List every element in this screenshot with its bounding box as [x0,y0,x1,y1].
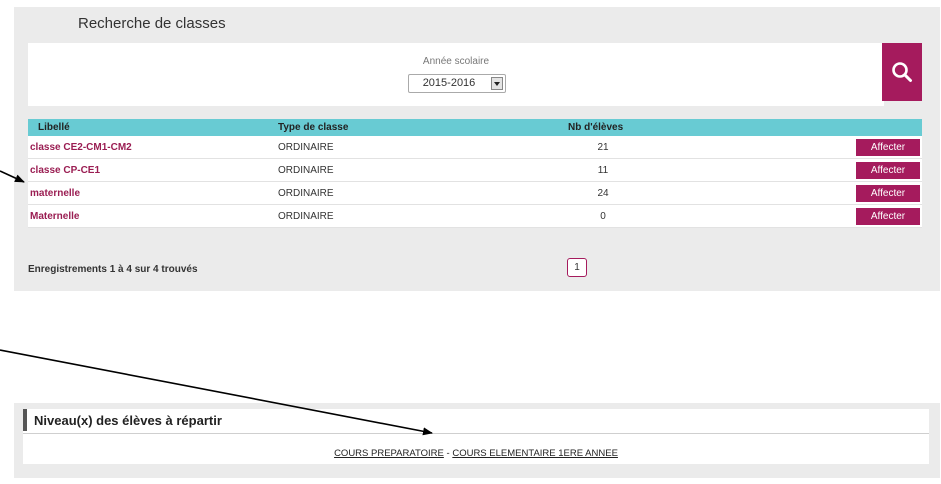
school-year-label: Année scolaire [422,56,490,67]
affecter-button[interactable]: Affecter [856,138,920,156]
levels-panel-body: Niveau(x) des élèves à répartir COURS PR… [23,409,929,464]
student-count: 24 [597,187,609,199]
class-link[interactable]: classe CE2-CM1-CM2 [30,142,132,153]
column-header-actions [638,119,922,136]
levels-list: COURS PREPARATOIRE - COURS ELEMENTAIRE 1… [23,448,929,459]
level-link-cours-preparatoire[interactable]: COURS PREPARATOIRE [334,448,444,459]
classes-table: Libellé Type de classe Nb d'élèves class… [28,119,922,228]
column-header-type[interactable]: Type de classe [278,119,568,136]
divider [23,433,929,434]
table-row: classe CP-CE1 ORDINAIRE 11 Affecter [28,158,922,182]
table-row: maternelle ORDINAIRE 24 Affecter [28,181,922,205]
affecter-button[interactable]: Affecter [856,184,920,202]
search-icon [892,62,912,82]
student-count: 21 [597,141,609,153]
column-header-libelle[interactable]: Libellé [28,119,278,136]
search-criteria: Année scolaire 2015-2016 [28,43,884,106]
column-header-nb-eleves[interactable]: Nb d'élèves [568,119,638,136]
class-link[interactable]: maternelle [30,188,80,199]
student-count: 11 [597,164,609,176]
class-type: ORDINAIRE [278,187,334,199]
panel-title: Recherche de classes [78,15,226,32]
chevron-down-icon[interactable] [491,77,503,90]
table-header-row: Libellé Type de classe Nb d'élèves [28,119,922,136]
school-year-select[interactable]: 2015-2016 [408,74,506,93]
class-type: ORDINAIRE [278,210,334,222]
table-row: classe CE2-CM1-CM2 ORDINAIRE 21 Affecter [28,136,922,159]
levels-panel: Niveau(x) des élèves à répartir COURS PR… [14,403,940,478]
search-button[interactable] [882,43,922,101]
section-marker [23,409,27,431]
affecter-button[interactable]: Affecter [856,161,920,179]
class-type: ORDINAIRE [278,164,334,176]
student-count: 0 [600,210,606,222]
class-link[interactable]: Maternelle [30,211,79,222]
class-type: ORDINAIRE [278,141,334,153]
level-link-cours-elementaire[interactable]: COURS ELEMENTAIRE 1ERE ANNEE [452,448,618,459]
records-count: Enregistrements 1 à 4 sur 4 trouvés [28,264,198,275]
levels-title: Niveau(x) des élèves à répartir [34,413,222,428]
table-row: Maternelle ORDINAIRE 0 Affecter [28,204,922,228]
school-year-value: 2015-2016 [422,77,476,89]
class-search-panel: Recherche de classes Année scolaire 2015… [14,7,940,291]
class-link[interactable]: classe CP-CE1 [30,165,100,176]
affecter-button[interactable]: Affecter [856,207,920,225]
page-button-1[interactable]: 1 [567,258,587,277]
